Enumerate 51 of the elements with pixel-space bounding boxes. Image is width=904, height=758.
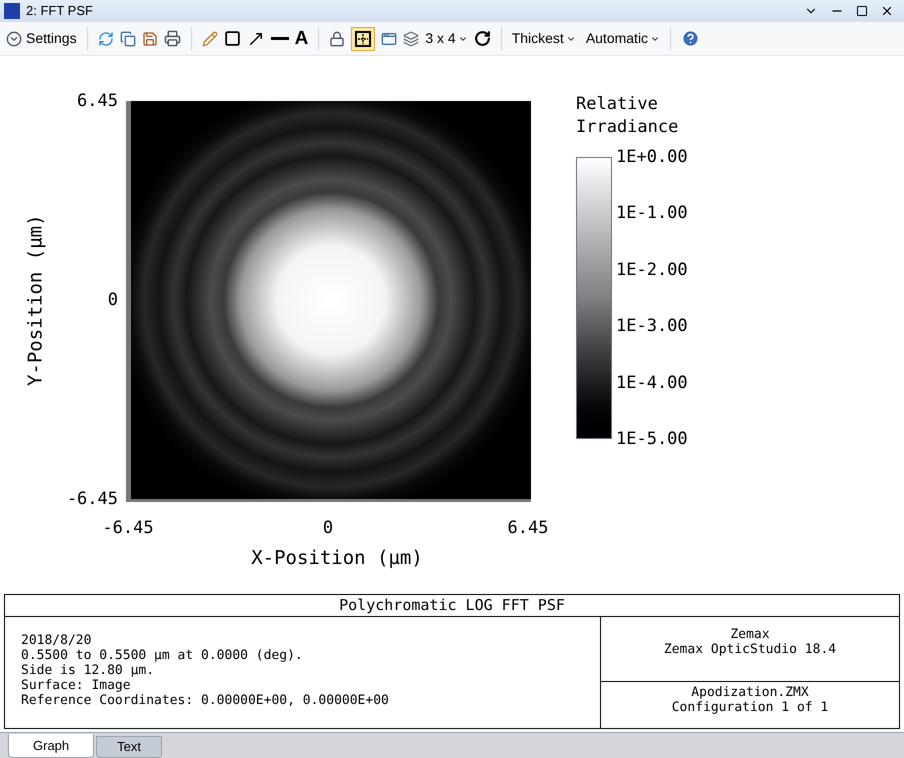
grid-toggle-button[interactable]	[351, 26, 376, 50]
file-info: Apodization.ZMX	[691, 685, 809, 700]
windows-icon[interactable]	[381, 30, 398, 46]
y-tick-label: -6.45	[66, 491, 118, 507]
info-line: Reference Coordinates: 0.00000E+00, 0.00000E+00	[21, 693, 390, 708]
x-tick-label: 6.45	[506, 517, 550, 540]
save-icon[interactable]	[142, 30, 158, 46]
line-icon[interactable]	[270, 37, 289, 40]
y-tick-label: 0	[108, 292, 118, 308]
help-icon[interactable]	[681, 29, 700, 48]
y-axis-title: Y-Position (µm)	[24, 214, 48, 386]
maximize-icon[interactable]	[856, 5, 868, 17]
grid-icon	[355, 30, 372, 46]
text-tool-button[interactable]: A	[294, 29, 308, 48]
y-tick-label: 6.45	[77, 93, 118, 109]
info-title: Polychromatic LOG FFT PSF	[5, 595, 899, 617]
refresh-icon[interactable]	[98, 30, 114, 46]
colorbar-label: 1E-4.00	[616, 374, 688, 391]
pencil-icon[interactable]	[202, 30, 218, 46]
line-width-dropdown[interactable]: Thickest	[512, 28, 576, 49]
layout-dropdown[interactable]: 3 x 4	[425, 28, 468, 49]
window-title: 2: FFT PSF	[26, 2, 93, 20]
settings-button[interactable]: Settings	[6, 28, 77, 49]
x-tick-label: -6.45	[101, 517, 155, 540]
colorbar-label: 1E-5.00	[616, 430, 688, 447]
colorbar-label: 1E+0.00	[616, 149, 688, 165]
info-line: Surface: Image	[21, 678, 132, 693]
rotate-icon[interactable]	[474, 30, 491, 47]
print-icon[interactable]	[164, 30, 181, 47]
colorbar-label: 1E-2.00	[616, 262, 688, 278]
copy-icon[interactable]	[120, 30, 136, 46]
tab[interactable]: Graph	[8, 734, 94, 758]
scale-dropdown[interactable]: Automatic	[586, 28, 660, 49]
info-line: Side is 12.80 µm.	[21, 663, 156, 678]
lock-icon[interactable]	[329, 30, 346, 46]
tab[interactable]: Text	[96, 736, 162, 758]
program-info: Zemax OpticStudio 18.4	[664, 642, 836, 657]
rectangle-icon[interactable]	[224, 30, 241, 47]
layers-icon[interactable]	[403, 30, 420, 46]
app-icon	[4, 3, 20, 19]
x-tick-label: 0	[322, 517, 334, 540]
colorbar-label: 1E-1.00	[616, 205, 688, 222]
colorbar-label: 1E-3.00	[616, 318, 688, 334]
program-info: Zemax	[730, 627, 770, 642]
x-axis-title: X-Position (µm)	[251, 546, 423, 570]
info-line: 0.5500 to 0.5500 µm at 0.0000 (deg).	[21, 648, 304, 663]
legend-title: Relative Irradiance	[576, 93, 680, 139]
info-line: 2018/8/20	[21, 633, 92, 648]
chevron-circle-icon	[6, 30, 22, 46]
file-info: Configuration 1 of 1	[672, 700, 828, 715]
close-icon[interactable]	[880, 4, 894, 18]
